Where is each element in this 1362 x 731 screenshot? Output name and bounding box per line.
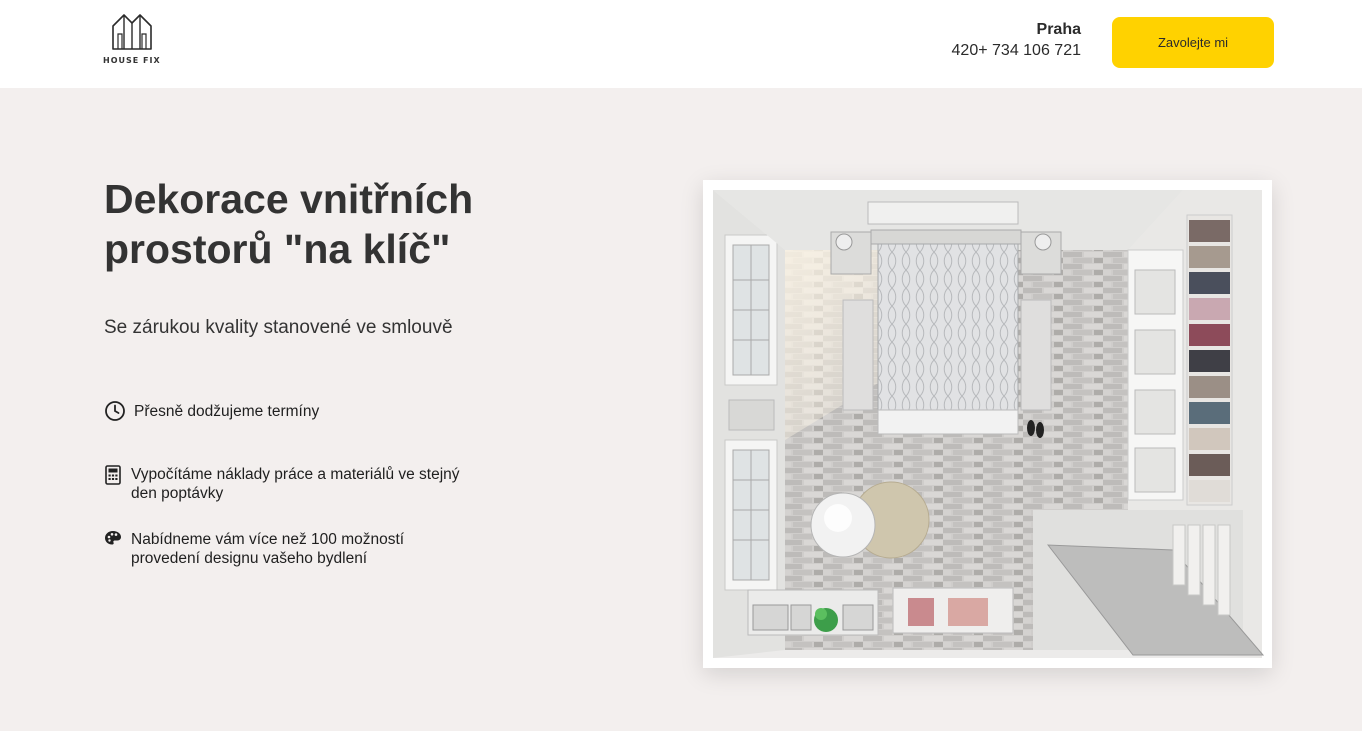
hero-subtitle: Se zárukou kvality stanovené ve smlouvě bbox=[104, 317, 453, 338]
hero-title: Dekorace vnitřních prostorů "na klíč" bbox=[104, 176, 474, 272]
contact-info: Praha 420+ 734 106 721 bbox=[952, 20, 1081, 61]
clock-icon bbox=[104, 400, 126, 427]
call-me-button[interactable]: Zavolejte mi bbox=[1112, 17, 1274, 68]
palette-icon bbox=[104, 530, 126, 551]
phone-number[interactable]: 420+ 734 106 721 bbox=[952, 41, 1081, 61]
logo[interactable]: HOUSE FIX bbox=[103, 12, 165, 68]
feature-item-designs: Nabídneme vám více než 100 možností prov… bbox=[104, 530, 464, 568]
feature-text: Nabídneme vám více než 100 možností prov… bbox=[131, 531, 405, 567]
feature-item-deadlines: Přesně dodžujeme termíny bbox=[104, 400, 319, 427]
feature-text: Vypočítáme náklady práce a materiálů ve … bbox=[131, 466, 460, 502]
site-header: HOUSE FIX Praha 420+ 734 106 721 Zavolej… bbox=[0, 0, 1362, 88]
feature-item-costs: Vypočítáme náklady práce a materiálů ve … bbox=[104, 465, 464, 503]
logo-text: HOUSE FIX bbox=[103, 56, 161, 65]
calculator-icon bbox=[104, 465, 126, 490]
floorplan-image bbox=[703, 180, 1272, 668]
feature-text: Přesně dodžujeme termíny bbox=[134, 403, 320, 420]
house-logo-icon bbox=[112, 14, 152, 50]
city-label: Praha bbox=[1036, 21, 1081, 38]
